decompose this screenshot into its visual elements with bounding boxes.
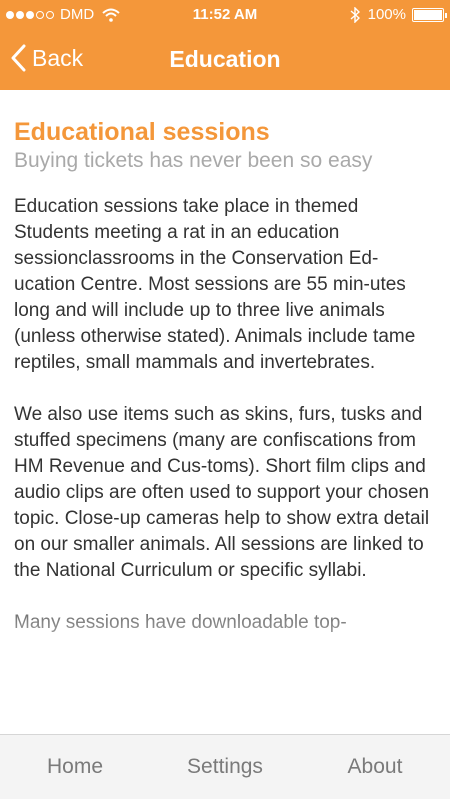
paragraph-2: We also use items such as skins, furs, t…	[14, 404, 430, 581]
navigation-bar: Back Education	[0, 30, 450, 90]
battery-percent: 100%	[367, 6, 406, 23]
status-right: 100%	[350, 6, 447, 23]
content-scroll-area[interactable]: Educational sessions Buying tickets has …	[0, 90, 450, 734]
tab-home[interactable]: Home	[0, 735, 150, 799]
page-title: Education	[169, 46, 281, 72]
tab-settings[interactable]: Settings	[150, 735, 300, 799]
paragraph-1: Education sessions take place in themed …	[14, 196, 416, 373]
tab-about[interactable]: About	[300, 735, 450, 799]
section-subtitle: Buying tickets has never been so easy	[14, 149, 373, 172]
status-bar: DMD 11:52 AM 100%	[0, 0, 450, 30]
section-title: Educational sessions	[14, 118, 270, 146]
paragraph-3: Many sessions have downloadable top-	[14, 612, 347, 633]
bluetooth-icon	[350, 6, 360, 23]
battery-icon	[412, 7, 447, 22]
tab-bar: Home Settings About	[0, 734, 450, 799]
